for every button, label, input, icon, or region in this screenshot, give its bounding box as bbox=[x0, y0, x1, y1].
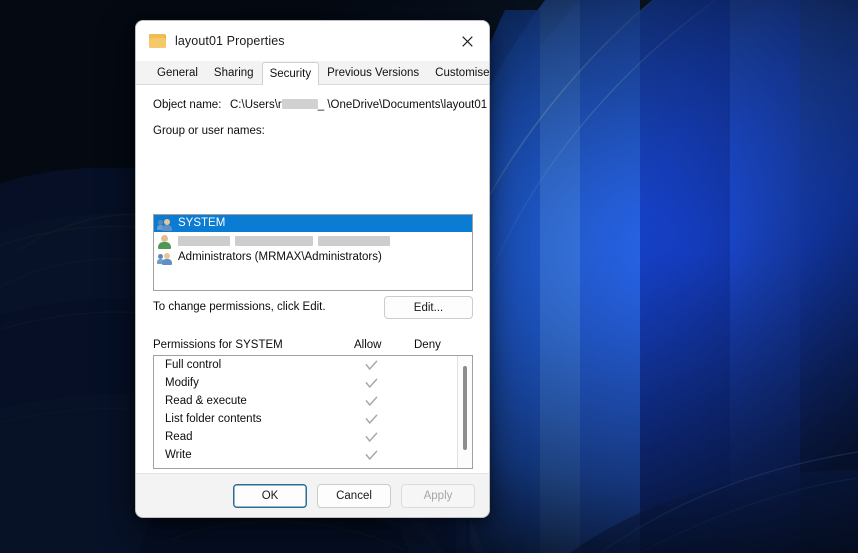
checkmark-icon bbox=[365, 431, 378, 443]
checkmark-icon bbox=[365, 449, 378, 461]
deny-column-header: Deny bbox=[414, 339, 441, 351]
allow-checkmark-cell[interactable] bbox=[361, 431, 421, 443]
allow-column-header: Allow bbox=[354, 339, 382, 351]
list-item[interactable] bbox=[154, 232, 472, 249]
checkmark-icon bbox=[365, 359, 378, 371]
object-name-redaction bbox=[281, 99, 318, 109]
redacted-name-block bbox=[178, 235, 230, 246]
object-name-label: Object name: bbox=[153, 99, 222, 111]
checkmark-icon bbox=[365, 413, 378, 425]
security-tab-panel: Object name: C:\Users\r _ \OneDrive\Docum… bbox=[136, 85, 489, 504]
tab-sharing[interactable]: Sharing bbox=[205, 63, 262, 84]
redacted-name-block bbox=[235, 235, 313, 246]
table-row[interactable]: Modify bbox=[154, 374, 472, 392]
user-icon bbox=[157, 233, 173, 249]
table-row[interactable]: List folder contents bbox=[154, 410, 472, 428]
apply-button[interactable]: Apply bbox=[401, 483, 475, 508]
permission-label: Full control bbox=[165, 359, 222, 371]
edit-button[interactable]: Edit... bbox=[384, 296, 473, 319]
list-item[interactable]: Administrators (MRMAX\Administrators) bbox=[154, 249, 472, 266]
scrollbar-thumb[interactable] bbox=[463, 366, 467, 450]
permission-label: List folder contents bbox=[165, 413, 262, 425]
allow-checkmark-cell[interactable] bbox=[361, 395, 421, 407]
table-row[interactable]: Read bbox=[154, 428, 472, 446]
permission-label: Modify bbox=[165, 377, 199, 389]
cancel-button[interactable]: Cancel bbox=[317, 483, 391, 508]
allow-checkmark-cell[interactable] bbox=[361, 377, 421, 389]
allow-checkmark-cell[interactable] bbox=[361, 413, 421, 425]
permissions-scrollbar[interactable] bbox=[457, 356, 472, 468]
table-row[interactable]: Read & execute bbox=[154, 392, 472, 410]
close-icon[interactable] bbox=[445, 21, 489, 61]
allow-checkmark-cell[interactable] bbox=[361, 359, 421, 371]
folder-icon bbox=[149, 34, 166, 48]
tab-strip: General Sharing Security Previous Versio… bbox=[136, 61, 489, 85]
checkmark-icon bbox=[365, 377, 378, 389]
list-item-label: Administrators (MRMAX\Administrators) bbox=[178, 251, 382, 263]
tab-security[interactable]: Security bbox=[261, 62, 320, 85]
object-name-prefix: C:\Users\r bbox=[230, 99, 282, 111]
object-name-value: C:\Users\r _ \OneDrive\Documents\layout01 bbox=[230, 99, 487, 111]
group-icon bbox=[157, 250, 173, 266]
edit-hint-text: To change permissions, click Edit. bbox=[153, 301, 326, 313]
dialog-footer: OK Cancel Apply bbox=[136, 473, 489, 517]
list-item-label: SYSTEM bbox=[178, 217, 226, 229]
object-name-row: Object name: C:\Users\r _ \OneDrive\Docum… bbox=[153, 99, 487, 111]
window-title: layout01 Properties bbox=[175, 34, 285, 48]
object-name-suffix: \OneDrive\Documents\layout01 bbox=[327, 99, 488, 111]
dialog-titlebar: layout01 Properties bbox=[136, 21, 489, 61]
group-names-label: Group or user names: bbox=[153, 125, 265, 137]
redacted-name-block bbox=[318, 235, 390, 246]
permissions-header-label: Permissions for SYSTEM bbox=[153, 339, 283, 351]
object-name-middle: _ bbox=[317, 99, 328, 111]
tab-previous-versions[interactable]: Previous Versions bbox=[319, 63, 428, 84]
list-item[interactable]: SYSTEM bbox=[154, 215, 472, 232]
checkmark-icon bbox=[365, 395, 378, 407]
allow-checkmark-cell[interactable] bbox=[361, 449, 421, 461]
permission-label: Read bbox=[165, 431, 193, 443]
tab-customise[interactable]: Customise bbox=[427, 63, 489, 84]
group-user-names-list[interactable]: SYSTEM Administrators (MRMAX\Administrat… bbox=[153, 214, 473, 291]
permission-label: Write bbox=[165, 449, 192, 461]
group-icon bbox=[157, 216, 173, 232]
tab-general[interactable]: General bbox=[149, 63, 206, 84]
permission-label: Read & execute bbox=[165, 395, 247, 407]
permissions-list[interactable]: Full control Modify Read & execute List … bbox=[153, 355, 473, 469]
table-row[interactable]: Write bbox=[154, 446, 472, 464]
table-row[interactable]: Full control bbox=[154, 356, 472, 374]
ok-button[interactable]: OK bbox=[233, 483, 307, 508]
properties-dialog: layout01 Properties General Sharing Secu… bbox=[135, 20, 490, 518]
